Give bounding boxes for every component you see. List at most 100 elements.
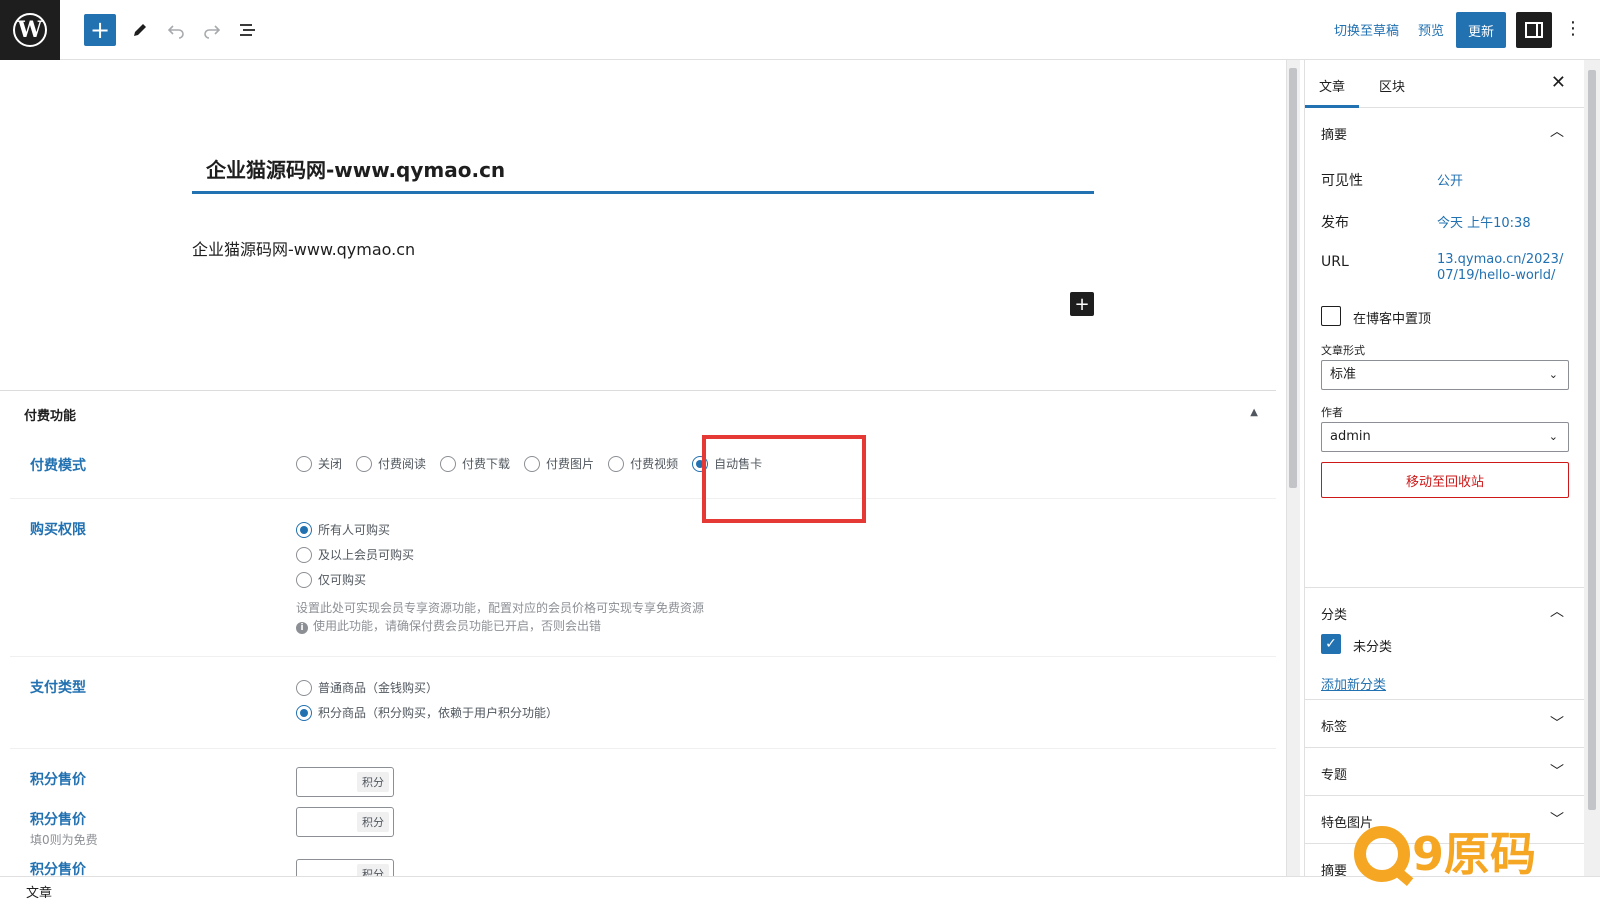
option-label: 仅可购买 [318,573,367,587]
preview-button[interactable]: 预览 [1418,20,1444,39]
paragraph-block[interactable]: 企业猫源码网-www.qymao.cn [192,236,415,260]
sidebar-tabs: 文章 区块 ✕ [1305,60,1584,108]
post-title[interactable]: 企业猫源码网-www.qymao.cn [206,154,505,183]
permission-option-everyone[interactable]: 所有人可购买 [296,517,414,542]
tags-panel-header[interactable]: 标签 ﹀ [1305,700,1584,748]
sidebar-scrollbar[interactable] [1584,60,1600,876]
pay-type-label: 支付类型 [30,680,86,696]
categories-panel: 分类 ︿ ✓ 未分类 添加新分类 [1305,588,1584,700]
radio-icon [296,455,312,472]
sticky-label: 在博客中置顶 [1353,312,1432,327]
redo-button[interactable] [196,14,228,46]
pay-mode-option-download[interactable]: 付费下载 [440,455,510,472]
add-block-button[interactable]: + [84,14,116,46]
url-value-line1[interactable]: 13.qymao.cn/2023/ [1437,252,1563,267]
option-label: 付费图片 [546,457,595,471]
wordpress-logo[interactable]: W [0,0,60,60]
option-label: 关闭 [318,457,343,471]
category-label: 未分类 [1353,640,1393,655]
unit-label: 积分 [357,864,389,876]
pencil-icon [134,24,146,36]
summary-panel: 摘要 ︿ 可见性 公开 发布 今天 上午10:38 URL 13.qymao.c… [1305,108,1584,588]
pay-mode-option-read[interactable]: 付费阅读 [356,455,426,472]
radio-checked-icon [296,704,312,721]
editor-scrollbar[interactable] [1286,60,1300,876]
pay-type-option-points[interactable]: 积分商品（积分购买，依赖于用户积分功能） [296,700,558,725]
metabox-title: 付费功能 [24,408,77,424]
radio-icon [296,546,312,563]
panel-title: 摘要 [1321,864,1348,876]
undo-icon [167,25,184,39]
category-checkbox[interactable]: ✓ [1321,634,1341,654]
watermark-logo: 9原码 [1354,826,1536,882]
topics-panel-header[interactable]: 专题 ﹀ [1305,748,1584,796]
breadcrumb[interactable]: 文章 [26,882,52,901]
points-price-label: 积分售价 [30,772,86,788]
radio-icon [296,571,312,588]
wordpress-icon: W [13,13,47,47]
update-button[interactable]: 更新 [1456,12,1506,48]
select-value: 标准 [1330,367,1357,382]
collapse-arrow-icon[interactable]: ▲ [1250,407,1258,418]
post-title-block[interactable]: 企业猫源码网-www.qymao.cn [192,144,1094,194]
highlight-annotation [702,435,866,523]
tab-post[interactable]: 文章 [1305,76,1360,108]
unit-label: 积分 [357,772,389,792]
undo-button[interactable] [160,14,192,46]
radio-icon [356,455,373,472]
option-label: 所有人可购买 [318,523,391,537]
points-price-input[interactable]: 积分 [296,807,394,837]
summary-panel-header[interactable]: 摘要 ︿ [1305,108,1584,156]
points-price-label: 积分售价 [30,862,86,876]
panel-title: 标签 [1321,720,1348,735]
block-inserter-button[interactable]: + [1070,292,1094,316]
unit-label: 积分 [357,812,389,832]
switch-to-draft-button[interactable]: 切换至草稿 [1334,20,1399,39]
permission-option-only[interactable]: 仅可购买 [296,567,414,592]
sticky-checkbox[interactable] [1321,306,1341,326]
pay-mode-option-image[interactable]: 付费图片 [524,455,594,472]
close-icon[interactable]: ✕ [1551,72,1566,93]
options-menu-button[interactable]: ⋮ [1564,18,1582,39]
points-price-input[interactable]: 积分 [296,767,394,797]
permission-option-members-above[interactable]: 及以上会员可购买 [296,542,414,567]
document-overview-button[interactable] [232,14,264,46]
settings-sidebar-toggle[interactable] [1516,12,1552,48]
radio-icon [440,455,457,472]
q-logo-icon [1354,826,1410,882]
publish-value[interactable]: 今天 上午10:38 [1437,212,1531,231]
author-select[interactable]: admin ⌄ [1321,422,1569,452]
chevron-up-icon: ︿ [1550,604,1564,620]
add-category-link[interactable]: 添加新分类 [1321,674,1386,693]
chevron-down-icon: ⌄ [1548,368,1558,381]
permission-warning: i 使用此功能，请确保付费会员功能已开启，否则会出错 [296,617,601,634]
edit-tools-button[interactable] [124,14,156,46]
list-view-icon [240,24,255,36]
chevron-down-icon: ﹀ [1550,812,1564,828]
radio-icon [608,455,625,472]
scrollbar-thumb[interactable] [1588,70,1596,810]
chevron-down-icon: ⌄ [1548,430,1558,443]
visibility-value[interactable]: 公开 [1437,170,1463,189]
pay-type-options: 普通商品（金钱购买） 积分商品（积分购买，依赖于用户积分功能） [296,675,572,725]
pay-mode-row: 付费模式 关闭 付费阅读 付费下载 付费图片 付费视频 自动售卡 [10,437,1276,499]
radio-checked-icon [296,521,312,538]
panel-title: 摘要 [1321,128,1348,143]
redo-icon [204,25,221,39]
post-format-label: 文章形式 [1321,344,1365,357]
points-price-hint: 填0则为免费 [30,833,98,847]
tab-block[interactable]: 区块 [1379,76,1405,95]
pay-mode-option-video[interactable]: 付费视频 [608,455,678,472]
purchase-permission-row: 购买权限 所有人可购买 及以上会员可购买 仅可购买 设置此处可实现会员专享资源功… [10,499,1276,657]
editor-canvas: 企业猫源码网-www.qymao.cn 企业猫源码网-www.qymao.cn … [0,60,1286,876]
categories-panel-header[interactable]: 分类 ︿ [1305,588,1584,636]
points-price-label: 积分售价 [30,812,86,828]
pay-mode-option-off[interactable]: 关闭 [296,455,342,472]
scrollbar-thumb[interactable] [1289,68,1297,488]
points-price-input[interactable]: 积分 [296,859,394,876]
move-to-trash-button[interactable]: 移动至回收站 [1321,462,1569,498]
metabox-header[interactable]: 付费功能 ▲ [0,391,1276,437]
url-value-line2[interactable]: 07/19/hello-world/ [1437,268,1555,283]
pay-type-option-money[interactable]: 普通商品（金钱购买） [296,675,558,700]
post-format-select[interactable]: 标准 ⌄ [1321,360,1569,390]
